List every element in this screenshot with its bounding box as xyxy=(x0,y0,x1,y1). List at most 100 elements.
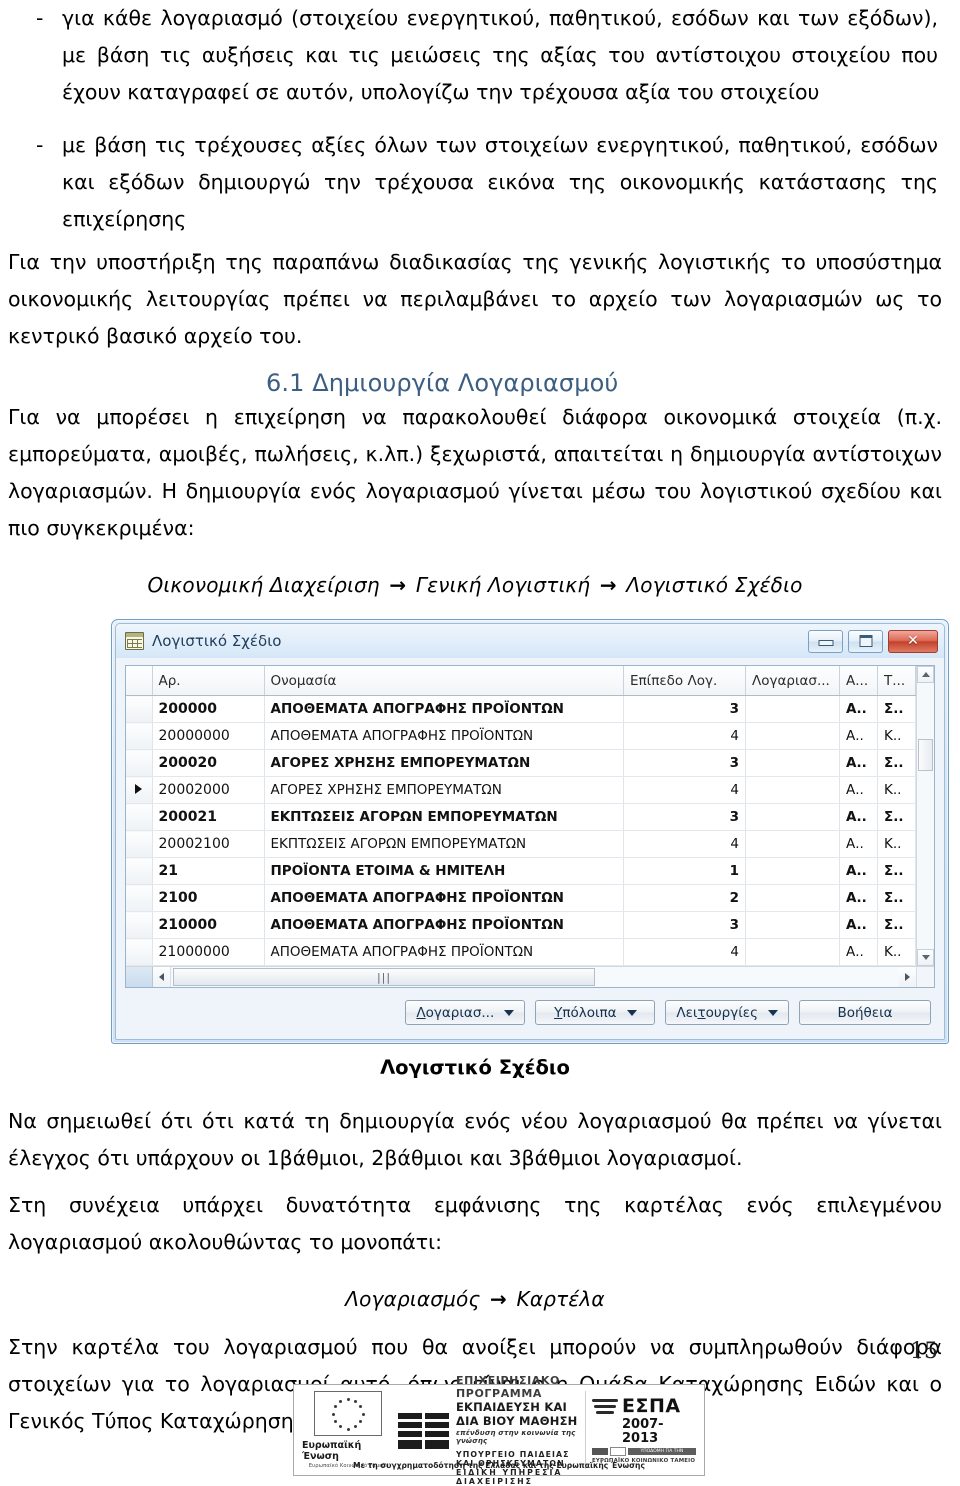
cell-t: Σ.. xyxy=(877,857,916,885)
cell-level: 4 xyxy=(623,722,746,750)
cell-level: 4 xyxy=(623,776,746,804)
eu-star-icon xyxy=(331,1412,335,1416)
waves-icon xyxy=(592,1396,618,1418)
vertical-scroll-track[interactable] xyxy=(917,683,934,949)
column-header-name[interactable]: Ονομασία xyxy=(264,666,624,696)
cell-t: Σ.. xyxy=(877,803,916,831)
grid-action-button[interactable]: Λειτουργίες xyxy=(665,1000,789,1025)
grid-main: Αρ. Ονομασία Επίπεδο Λογ. Λογαριασ... Α.… xyxy=(126,666,916,966)
column-header-selector[interactable] xyxy=(126,666,153,696)
table-row[interactable]: 20000000 ΑΠΟΘΕΜΑΤΑ ΑΠΟΓΡΑΦΗΣ ΠΡΟΪΟΝΤΩΝ 4 Α.… xyxy=(126,722,916,750)
table-row[interactable]: 2100 ΑΠΟΘΕΜΑΤΑ ΑΠΟΓΡΑΦΗΣ ΠΡΟΪΟΝΤΩΝ 2 Α.. Σ.. xyxy=(126,884,916,912)
header-row: Αρ. Ονομασία Επίπεδο Λογ. Λογαριασ... Α.… xyxy=(126,666,916,696)
row-selector-cell[interactable] xyxy=(126,830,153,858)
close-icon: ✕ xyxy=(907,633,919,649)
figure-screenshot: Λογιστικό Σχέδιο ✕ Αρ. Ονομασία Επίπεδο … xyxy=(55,619,949,1044)
window-button-bar: Λογαριασ... Υπόλοιπα Λειτουργίες Βοήθεια xyxy=(125,988,935,1033)
minimize-button[interactable] xyxy=(808,629,843,653)
bullet-text: για κάθε λογαριασμό (στοιχείου ενεργητικ… xyxy=(62,6,938,104)
row-selector-cell[interactable] xyxy=(126,722,153,750)
program-line-3: επένδυση στην κοινωνία της γνώσης xyxy=(456,1429,576,1445)
arrow-icon: → xyxy=(489,1287,507,1311)
program-line-2: ΕΚΠΑΙΔΕΥΣΗ ΚΑΙ ΔΙΑ ΒΙΟΥ ΜΑΘΗΣΗ xyxy=(456,1400,578,1428)
column-header-level[interactable]: Επίπεδο Λογ. xyxy=(623,666,746,696)
path-part-2: Γενική Λογιστική xyxy=(415,573,591,597)
table-row[interactable]: 20002000 ΑΓΟΡΕΣ ΧΡΗΣΗΣ ΕΜΠΟΡΕΥΜΑΤΩΝ 4 Α.. Κ.… xyxy=(126,776,916,804)
table-row[interactable]: 21 ΠΡΟΪΟΝΤΑ ΕΤΟΙΜΑ & ΗΜΙΤΕΛΗ 1 Α.. Σ.. xyxy=(126,857,916,885)
program-block: ΕΠΙΧΕΙΡΗΣΙΑΚΟ ΠΡΟΓΡΑΜΜΑ ΕΚΠΑΙΔΕΥΣΗ ΚΑΙ Δ… xyxy=(394,1374,585,1486)
scroll-left-button[interactable] xyxy=(153,967,171,987)
row-selector-cell[interactable] xyxy=(126,857,153,885)
vertical-scroll-thumb[interactable] xyxy=(918,739,933,771)
vertical-scrollbar[interactable] xyxy=(916,666,934,966)
row-selector-cell[interactable] xyxy=(126,695,153,723)
cell-name: ΑΠΟΘΕΜΑΤΑ ΑΠΟΓΡΑΦΗΣ ΠΡΟΪΟΝΤΩΝ xyxy=(264,695,624,723)
table-body: 200000 ΑΠΟΘΕΜΑΤΑ ΑΠΟΓΡΑΦΗΣ ΠΡΟΪΟΝΤΩΝ 3 Α.. Σ… xyxy=(126,695,916,966)
bullet-item: - με βάση τις τρέχουσες αξίες όλων των σ… xyxy=(8,127,942,238)
cell-number: 200000 xyxy=(152,695,265,723)
cell-name: ΑΠΟΘΕΜΑΤΑ ΑΠΟΓΡΑΦΗΣ ΠΡΟΪΟΝΤΩΝ xyxy=(264,722,624,750)
horizontal-scrollbar[interactable]: ||| xyxy=(126,966,934,987)
table-row[interactable]: 200021 ΕΚΠΤΩΣΕΙΣ ΑΓΟΡΩΝ ΕΜΠΟΡΕΥΜΑΤΩΝ 3 Α.. Σ… xyxy=(126,803,916,831)
row-selector-cell[interactable] xyxy=(126,884,153,912)
minimize-icon xyxy=(818,640,833,647)
espa-bar: ΥΠΟΔΟΜΗ ΓΙΑ ΤΗΝ ΑΝΑΠΤΥΞΗ xyxy=(592,1447,697,1461)
cell-account xyxy=(745,884,840,912)
row-selector-cell[interactable] xyxy=(126,749,153,777)
footer-funding-logo: Ευρωπαϊκή Ένωση Ευρωπαϊκό Κοινωνικό Ταμε… xyxy=(293,1374,705,1486)
bullet-text: με βάση τις τρέχουσες αξίες όλων των στο… xyxy=(62,133,938,231)
arrow-icon: → xyxy=(389,573,407,597)
table-row[interactable]: 20002100 ΕΚΠΤΩΣΕΙΣ ΑΓΟΡΩΝ ΕΜΠΟΡΕΥΜΑΤΩΝ 4 Α.… xyxy=(126,830,916,858)
cell-level: 3 xyxy=(623,911,746,939)
application-window: Λογιστικό Σχέδιο ✕ Αρ. Ονομασία Επίπεδο … xyxy=(111,619,949,1044)
table-header: Αρ. Ονομασία Επίπεδο Λογ. Λογαριασ... Α.… xyxy=(126,666,916,696)
window-titlebar[interactable]: Λογιστικό Σχέδιο ✕ xyxy=(116,624,944,658)
navigation-path-1: Οικονομική Διαχείριση → Γενική Λογιστική… xyxy=(8,573,942,597)
column-header-t[interactable]: Τ... xyxy=(877,666,916,696)
cell-name: ΑΓΟΡΕΣ ΧΡΗΣΗΣ ΕΜΠΟΡΕΥΜΑΤΩΝ xyxy=(264,776,624,804)
table-row[interactable]: 200020 ΑΓΟΡΕΣ ΧΡΗΣΗΣ ΕΜΠΟΡΕΥΜΑΤΩΝ 3 Α.. Σ.. xyxy=(126,749,916,777)
bullet-marker: - xyxy=(36,133,44,157)
scroll-right-button[interactable] xyxy=(899,967,917,987)
espa-chip-dark xyxy=(592,1448,608,1456)
espa-top: ΕΣΠΑ xyxy=(592,1396,696,1418)
path2-part-1: Λογαριασμός xyxy=(345,1287,481,1311)
table-row[interactable]: 210000 ΑΠΟΘΕΜΑΤΑ ΑΠΟΓΡΑΦΗΣ ΠΡΟΪΟΝΤΩΝ 3 Α.. Σ… xyxy=(126,911,916,939)
close-button[interactable]: ✕ xyxy=(888,629,938,653)
grid-action-button[interactable]: Βοήθεια xyxy=(799,1000,931,1025)
paragraph-card: Στη συνέχεια υπάρχει δυνατότητα εμφάνιση… xyxy=(8,1193,942,1254)
row-selector-cell[interactable] xyxy=(126,803,153,831)
window-body: Αρ. Ονομασία Επίπεδο Λογ. Λογαριασ... Α.… xyxy=(116,658,944,1039)
cell-name: ΕΚΠΤΩΣΕΙΣ ΑΓΟΡΩΝ ΕΜΠΟΡΕΥΜΑΤΩΝ xyxy=(264,830,624,858)
window-inner-frame: Λογιστικό Σχέδιο ✕ Αρ. Ονομασία Επίπεδο … xyxy=(115,623,945,1040)
maximize-button[interactable] xyxy=(848,629,883,653)
cell-number: 20002000 xyxy=(152,776,265,804)
column-header-a[interactable]: Α... xyxy=(839,666,878,696)
horizontal-scroll-thumb[interactable]: ||| xyxy=(173,968,595,986)
table-row[interactable]: 21000000 ΑΠΟΘΕΜΑΤΑ ΑΠΟΓΡΑΦΗΣ ΠΡΟΪΟΝΤΩΝ 4 Α.… xyxy=(126,938,916,966)
cell-a: Α.. xyxy=(839,722,878,750)
eu-star-icon xyxy=(346,1397,350,1401)
column-header-account[interactable]: Λογαριασ... xyxy=(745,666,840,696)
cell-a: Α.. xyxy=(839,776,878,804)
cell-number: 210000 xyxy=(152,911,265,939)
grid-action-button[interactable]: Λογαριασ... xyxy=(405,1000,526,1025)
cell-a: Α.. xyxy=(839,803,878,831)
eu-star-icon xyxy=(361,1412,365,1416)
paragraph-support: Για την υποστήριξη της παραπάνω διαδικασ… xyxy=(8,250,942,348)
table-row[interactable]: 200000 ΑΠΟΘΕΜΑΤΑ ΑΠΟΓΡΑΦΗΣ ΠΡΟΪΟΝΤΩΝ 3 Α.. Σ… xyxy=(126,695,916,723)
accounts-table: Αρ. Ονομασία Επίπεδο Λογ. Λογαριασ... Α.… xyxy=(126,666,916,966)
grid-action-button[interactable]: Υπόλοιπα xyxy=(535,1000,656,1025)
document-page: - για κάθε λογαριασμό (στοιχείου ενεργητ… xyxy=(0,0,960,1486)
path-part-3: Λογιστικό Σχέδιο xyxy=(626,573,803,597)
row-selector-cell[interactable] xyxy=(126,911,153,939)
row-selector-cell[interactable] xyxy=(126,776,153,804)
column-header-number[interactable]: Αρ. xyxy=(152,666,265,696)
scroll-down-button[interactable] xyxy=(917,949,934,966)
horizontal-scroll-track[interactable]: ||| xyxy=(171,967,899,987)
scrollbar-endcap xyxy=(917,967,934,987)
button-label: Λογαριασ... xyxy=(416,1004,495,1021)
row-selector-cell[interactable] xyxy=(126,938,153,966)
scroll-up-button[interactable] xyxy=(917,666,934,683)
